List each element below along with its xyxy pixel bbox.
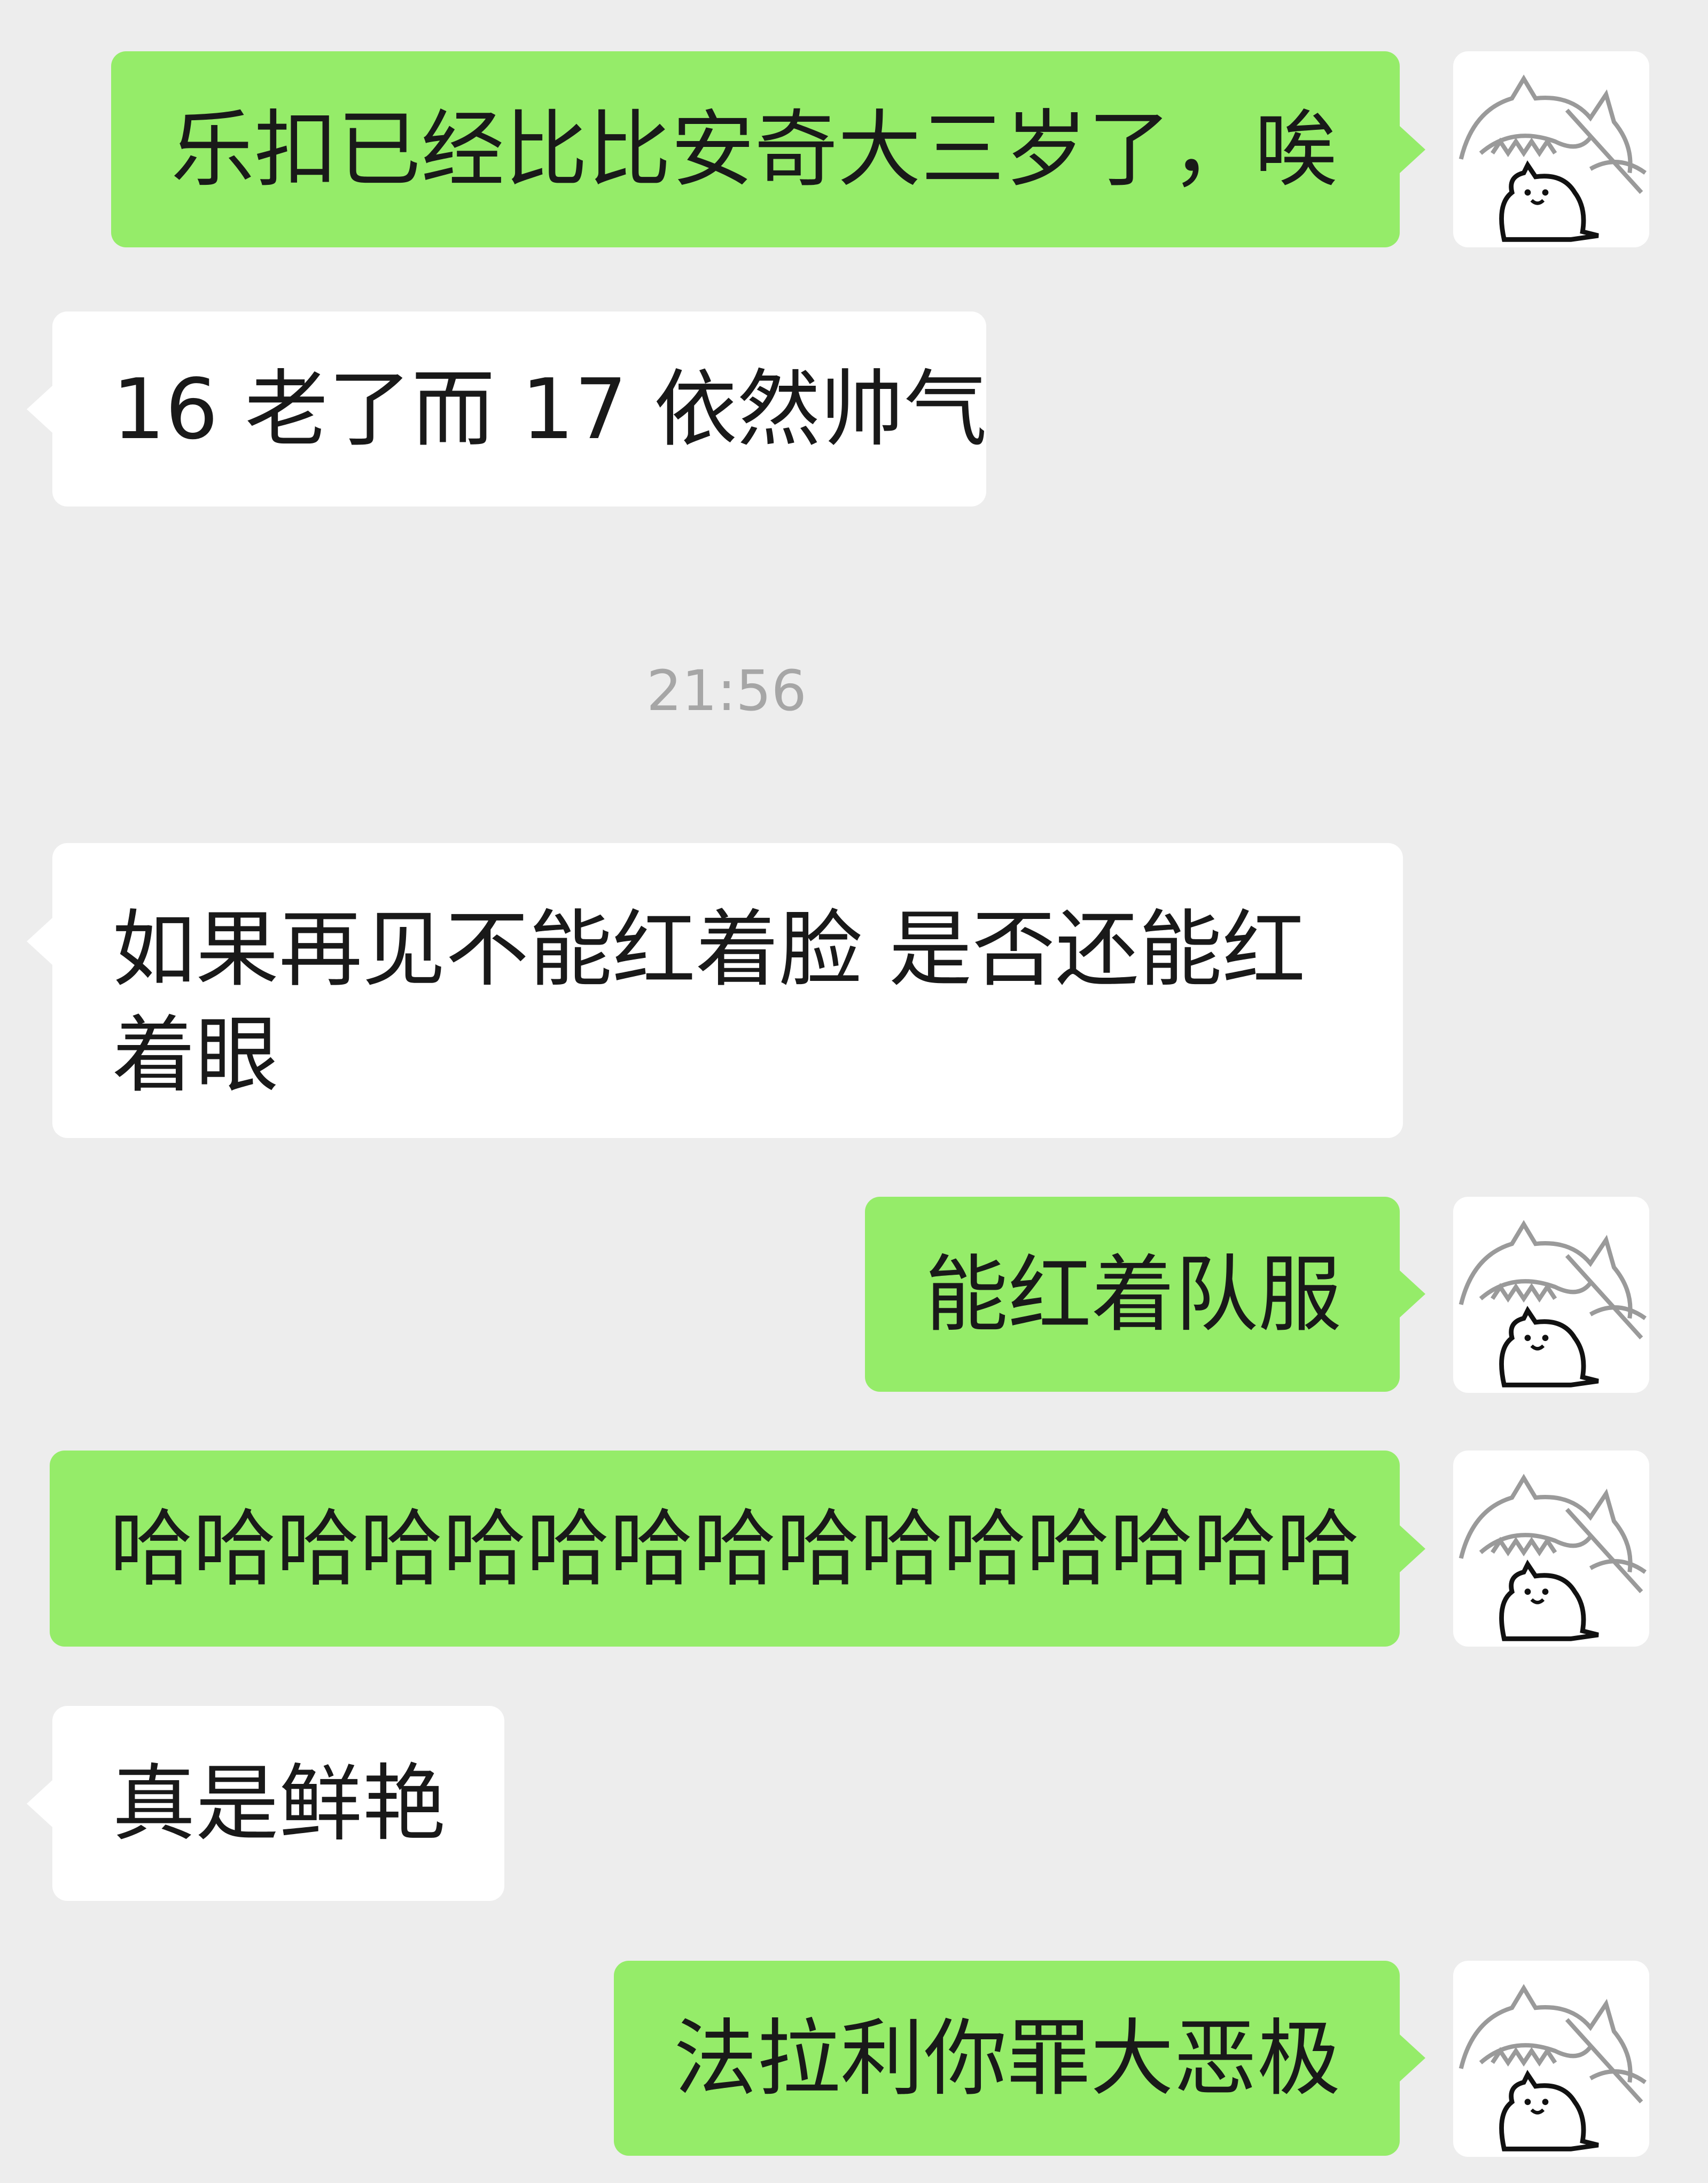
message-text: 法拉利你罪大恶极 [674,2009,1340,2107]
bubble-tail [1400,126,1425,173]
bubble-tail [27,386,52,433]
message-bubble-other[interactable]: 真是鲜艳 [52,1706,504,1901]
cat-doodle-icon [1459,1473,1647,1641]
message-text: 乐扣已经比比安奇大三岁了，唉 [171,100,1338,198]
message-text: 真是鲜艳 [112,1755,446,1852]
message-bubble-self[interactable]: 能红着队服 [865,1197,1400,1392]
timestamp: 21:56 [646,658,807,723]
cat-doodle-icon [1459,1984,1647,2151]
message-text: 能红着队服 [925,1245,1342,1343]
message-text: 16 老了而 17 依然帅气 [112,360,986,458]
bubble-tail [27,918,52,965]
cat-doodle-icon [1459,1220,1647,1387]
message-bubble-other[interactable]: 16 老了而 17 依然帅气 [52,311,986,506]
avatar[interactable] [1453,51,1649,247]
message-text: 哈哈哈哈哈哈哈哈哈哈哈哈哈哈哈 [110,1500,1360,1597]
message-bubble-self[interactable]: 乐扣已经比比安奇大三岁了，唉 [111,51,1400,247]
chat-area[interactable]: 乐扣已经比比安奇大三岁了，唉 16 老了而 17 依然帅气 21:56 如果再见… [0,0,1708,2183]
cat-doodle-icon [1459,74,1647,242]
message-text: 如果再见不能红着脸 是否还能红着眼 [112,901,1306,1104]
avatar[interactable] [1453,1451,1649,1647]
avatar[interactable] [1453,1197,1649,1393]
message-bubble-self[interactable]: 法拉利你罪大恶极 [614,1961,1400,2156]
bubble-tail [1400,1270,1425,1317]
message-bubble-other[interactable]: 如果再见不能红着脸 是否还能红着眼 [52,843,1403,1138]
avatar[interactable] [1453,1961,1649,2157]
message-bubble-self[interactable]: 哈哈哈哈哈哈哈哈哈哈哈哈哈哈哈 [50,1451,1400,1647]
bubble-tail [1400,1525,1425,1572]
bubble-tail [27,1780,52,1827]
bubble-tail [1400,2034,1425,2081]
